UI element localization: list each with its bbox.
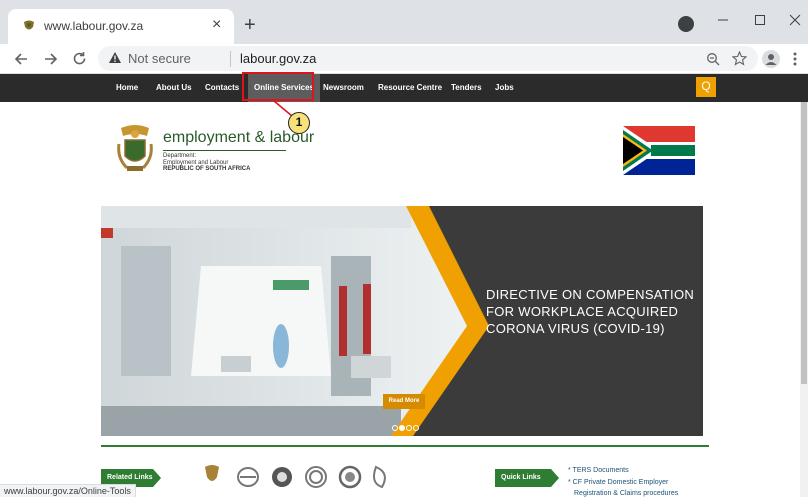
nav-contacts[interactable]: Contacts bbox=[205, 83, 239, 92]
coat-of-arms-icon bbox=[24, 20, 34, 30]
quick-link-registration[interactable]: Registration & Claims procedures bbox=[574, 490, 678, 497]
avatar-icon[interactable] bbox=[762, 50, 780, 68]
browser-toolbar: Not secure labour.gov.za bbox=[0, 44, 808, 74]
search-icon: Q bbox=[701, 79, 711, 93]
browser-tab[interactable]: www.labour.gov.za × bbox=[8, 9, 234, 44]
south-africa-flag-icon bbox=[623, 126, 695, 175]
address-bar[interactable]: Not secure labour.gov.za bbox=[98, 46, 758, 71]
partner-logo-icon bbox=[237, 467, 259, 487]
tab-search-icon[interactable] bbox=[678, 16, 694, 32]
site-search-button[interactable]: Q bbox=[696, 77, 716, 97]
nav-jobs[interactable]: Jobs bbox=[495, 83, 514, 92]
status-url-bubble: www.labour.gov.za/Online-Tools bbox=[0, 484, 136, 497]
partner-logos bbox=[205, 465, 386, 489]
forward-icon[interactable] bbox=[44, 52, 58, 66]
nav-newsroom[interactable]: Newsroom bbox=[323, 83, 364, 92]
partner-logo-icon bbox=[338, 465, 362, 489]
nav-resource-centre[interactable]: Resource Centre bbox=[378, 83, 442, 92]
carousel-dot[interactable] bbox=[406, 425, 412, 431]
back-icon[interactable] bbox=[14, 52, 28, 66]
hero-headline: DIRECTIVE ON COMPENSATION FOR WORKPLACE … bbox=[486, 287, 695, 336]
carousel-dot[interactable] bbox=[413, 425, 419, 431]
scrollbar-thumb[interactable] bbox=[801, 102, 807, 384]
coat-of-arms-small-icon bbox=[205, 465, 219, 481]
tab-title: www.labour.gov.za bbox=[44, 19, 144, 33]
department-title: employment & labour bbox=[163, 129, 315, 146]
omnibox-divider bbox=[230, 51, 231, 67]
carousel-indicators bbox=[392, 418, 420, 436]
republic-label: REPUBLIC OF SOUTH AFRICA bbox=[163, 166, 251, 172]
warning-icon[interactable] bbox=[108, 51, 122, 65]
logo-underline bbox=[163, 150, 286, 151]
star-icon[interactable] bbox=[732, 51, 747, 66]
maximize-icon[interactable] bbox=[754, 14, 766, 26]
minimize-icon[interactable] bbox=[717, 14, 729, 26]
related-links-text: Related Links bbox=[107, 474, 153, 481]
site-nav-bar: Home About Us Contacts Online Services N… bbox=[0, 74, 808, 102]
read-more-button[interactable]: Read More bbox=[383, 394, 425, 409]
partner-logo-icon bbox=[373, 465, 386, 489]
quick-link-ters[interactable]: * TERS Documents bbox=[568, 467, 629, 474]
partner-logo-icon bbox=[272, 467, 292, 487]
section-divider bbox=[101, 445, 709, 447]
url-text[interactable]: labour.gov.za bbox=[240, 51, 316, 66]
nav-about-us[interactable]: About Us bbox=[156, 83, 192, 92]
menu-icon[interactable] bbox=[793, 52, 797, 66]
close-window-icon[interactable] bbox=[789, 14, 801, 26]
carousel-dot-active[interactable] bbox=[399, 425, 405, 431]
quick-links-label: Quick Links bbox=[495, 469, 559, 487]
annotation-highlight-box bbox=[242, 72, 314, 101]
nav-home[interactable]: Home bbox=[116, 83, 138, 92]
partner-logo-icon bbox=[305, 466, 327, 488]
reload-icon[interactable] bbox=[72, 51, 87, 66]
coat-of-arms-logo-icon bbox=[117, 125, 153, 171]
browser-tabstrip: www.labour.gov.za × + bbox=[0, 0, 808, 44]
quick-link-cf-domestic[interactable]: * CF Private Domestic Employer bbox=[568, 479, 668, 486]
new-tab-button[interactable]: + bbox=[244, 15, 256, 35]
security-label[interactable]: Not secure bbox=[128, 51, 191, 66]
nav-tenders[interactable]: Tenders bbox=[451, 83, 482, 92]
carousel-dot[interactable] bbox=[392, 425, 398, 431]
tab-close-icon[interactable]: × bbox=[212, 16, 221, 34]
zoom-icon[interactable] bbox=[706, 52, 720, 66]
quick-links-text: Quick Links bbox=[501, 474, 541, 481]
department-label: Department: bbox=[163, 153, 197, 159]
